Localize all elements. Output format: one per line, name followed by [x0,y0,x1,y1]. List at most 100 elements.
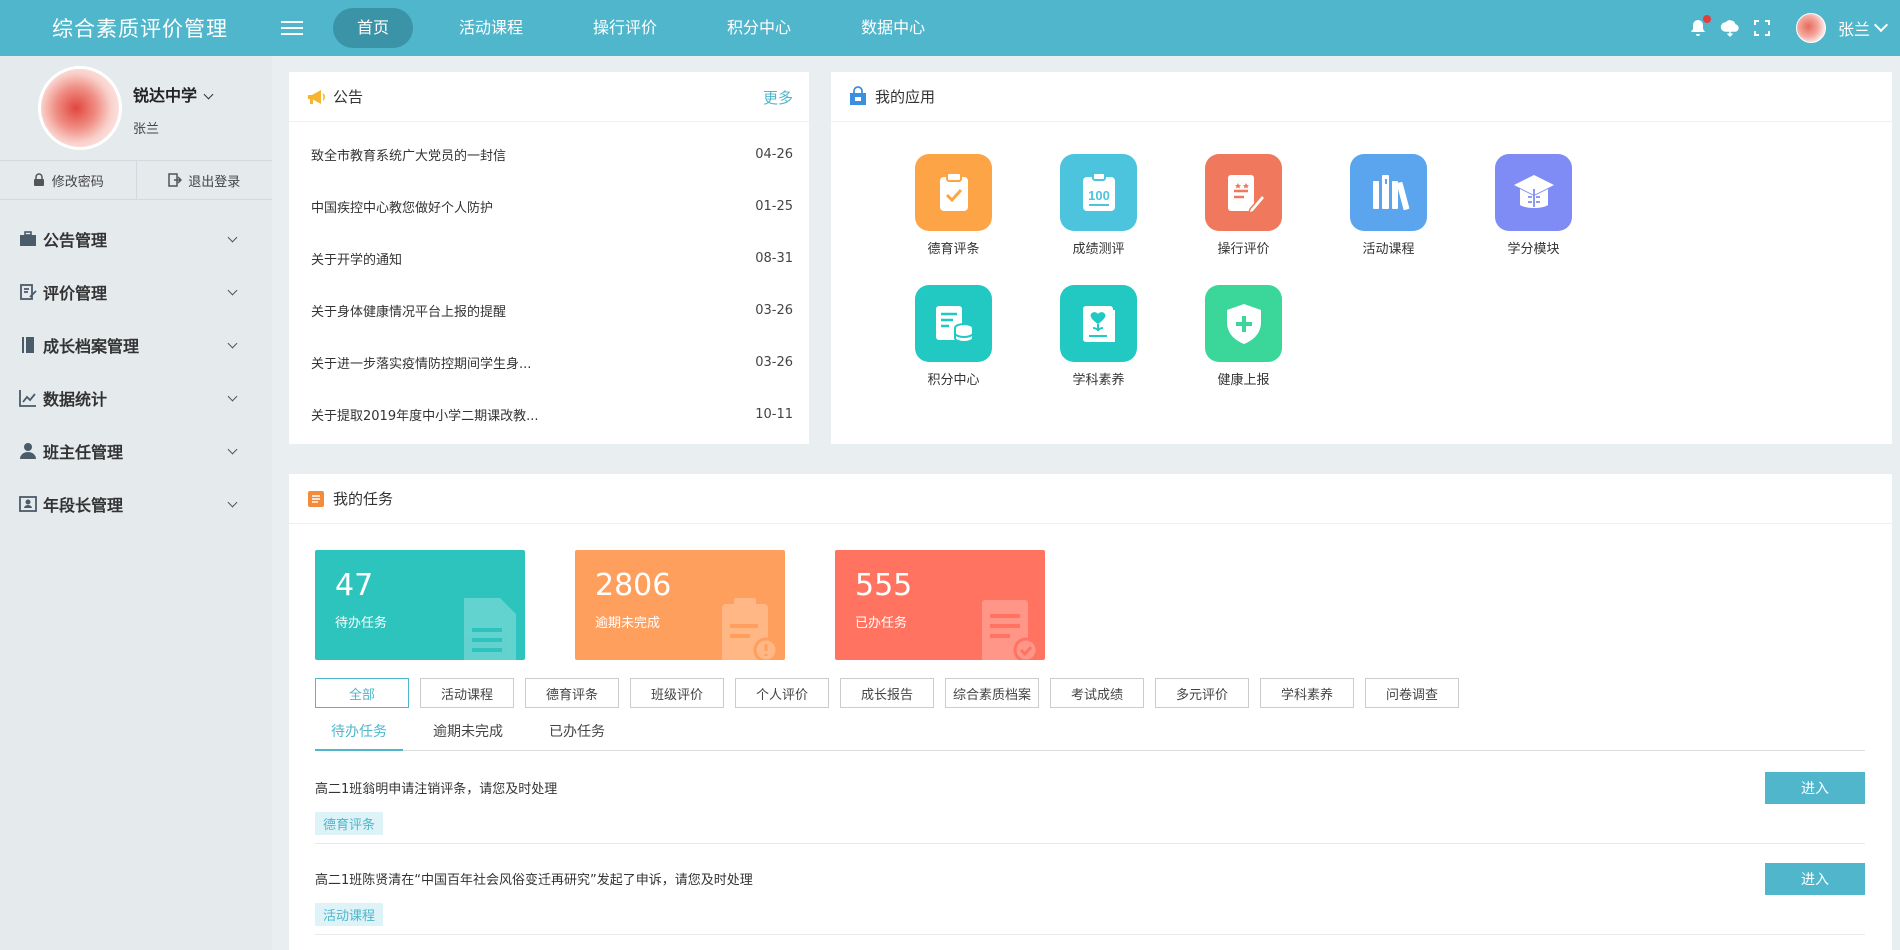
school-name: 锐达中学 [133,86,198,105]
filter-comprehensive-archive[interactable]: 综合素质档案 [945,678,1039,708]
list-item[interactable]: 致全市教育系统广大党员的一封信 04-26 [311,128,793,180]
nav-activity-course[interactable]: 活动课程 [435,8,547,48]
notice-item-date: 01-25 [755,198,793,214]
sidebar-item-label: 评价管理 [43,283,108,303]
filter-activity-course[interactable]: 活动课程 [420,678,514,708]
sidebar-item-label: 公告管理 [43,230,108,250]
notice-item-title: 致全市教育系统广大党员的一封信 [311,148,507,164]
tab-pending[interactable]: 待办任务 [315,717,403,751]
tab-done[interactable]: 已办任务 [533,717,621,751]
cloud-icon[interactable] [1720,18,1740,38]
apps-card: 我的应用 德育评条 100 成绩测评 操行评价 活动课程 学分模块 积分中心 学… [831,72,1892,444]
filter-exam-score[interactable]: 考试成绩 [1050,678,1144,708]
nav-points-center[interactable]: 积分中心 [703,8,815,48]
filter-growth-report[interactable]: 成长报告 [840,678,934,708]
stat-card-overdue[interactable]: 2806 逾期未完成 [575,550,785,660]
app-label: 学科素养 [1072,373,1125,388]
app-health-report[interactable]: 健康上报 [1171,285,1316,416]
stat-label: 逾期未完成 [595,616,661,631]
stat-card-done[interactable]: 555 已办任务 [835,550,1045,660]
list-item[interactable]: 关于提取2019年度中小学二期课改教... 10-11 [311,388,793,440]
logout-button[interactable]: 退出登录 [137,161,273,199]
nav-home[interactable]: 首页 [333,8,414,48]
chevron-down-icon [227,338,238,349]
menu-toggle-icon[interactable] [281,17,303,39]
sidebar-item-growth-archive[interactable]: 成长档案管理 [0,318,272,371]
filter-questionnaire[interactable]: 问卷调查 [1365,678,1459,708]
sidebar-item-head-teacher[interactable]: 班主任管理 [0,424,272,477]
task-tag: 活动课程 [315,903,384,926]
notice-item-date: 08-31 [755,250,793,266]
list-item[interactable]: 关于进一步落实疫情防控期间学生身... 03-26 [311,336,793,388]
stat-number: 555 [855,568,913,603]
app-score-assessment[interactable]: 100 成绩测评 [1026,154,1171,285]
svg-text:100: 100 [1088,188,1110,203]
user-name[interactable]: 张兰 [1838,16,1870,40]
filter-personal-evaluation[interactable]: 个人评价 [735,678,829,708]
filter-class-evaluation[interactable]: 班级评价 [630,678,724,708]
tasks-header: 我的任务 [289,474,1892,524]
book-icon [22,336,34,353]
heart-book-icon [1082,305,1115,342]
notice-header: 公告 更多 [289,72,809,122]
app-icon-bg [915,285,992,362]
task-tag: 德育评条 [315,812,384,835]
app-label: 健康上报 [1217,373,1270,388]
stat-number: 47 [335,568,374,603]
app-label: 德育评条 [927,242,980,257]
stat-card-pending[interactable]: 47 待办任务 [315,550,525,660]
chevron-down-icon [227,444,238,455]
notice-item-title: 关于进一步落实疫情防控期间学生身... [311,356,532,372]
id-card-icon [19,495,37,512]
app-icon-bg [1205,285,1282,362]
chevron-down-icon [227,285,238,296]
app-subject-literacy[interactable]: 学科素养 [1026,285,1171,416]
enter-button[interactable]: 进入 [1765,863,1865,895]
chevron-down-icon [227,391,238,402]
app-points-center[interactable]: 积分中心 [881,285,1026,416]
school-selector[interactable]: 锐达中学 [133,82,214,106]
logout-icon [168,173,183,187]
app-conduct-evaluation[interactable]: 操行评价 [1171,154,1316,285]
list-item[interactable]: 中国疾控中心教您做好个人防护 01-25 [311,180,793,232]
app-label: 积分中心 [927,373,980,388]
sidebar-item-label: 班主任管理 [43,442,124,462]
top-bar: 综合素质评价管理 首页 活动课程 操行评价 积分中心 数据中心 张兰 [0,0,1900,56]
chevron-down-icon[interactable] [1873,17,1889,33]
top-right-tools: 张兰 [1688,10,1889,46]
list-item[interactable]: 关于身体健康情况平台上报的提醒 03-26 [311,284,793,336]
filter-all[interactable]: 全部 [315,678,409,708]
notice-item-title: 关于提取2019年度中小学二期课改教... [311,408,539,424]
list-item[interactable]: 关于开学的通知 08-31 [311,232,793,284]
app-credit-module[interactable]: 学分模块 [1461,154,1606,285]
fullscreen-icon[interactable] [1752,18,1772,38]
enter-button[interactable]: 进入 [1765,772,1865,804]
notice-item-title: 关于开学的通知 [311,252,403,268]
sidebar-item-data-statistics[interactable]: 数据统计 [0,371,272,424]
filter-moral-evaluation[interactable]: 德育评条 [525,678,619,708]
task-text: 高二1班翁明申请注销评条，请您及时处理 [315,782,558,797]
app-activity-course[interactable]: 活动课程 [1316,154,1461,285]
notice-item-date: 03-26 [755,354,793,370]
app-title: 综合素质评价管理 [52,17,228,41]
tasks-card: 我的任务 47 待办任务 2806 逾期未完成 555 已办任务 全部 活动课程… [289,474,1892,950]
filter-subject-literacy[interactable]: 学科素养 [1260,678,1354,708]
notice-more-link[interactable]: 更多 [763,87,793,108]
notice-item-title: 关于身体健康情况平台上报的提醒 [311,304,507,320]
app-icon-bg [915,154,992,231]
tasks-title: 我的任务 [333,490,394,508]
edit-icon [20,283,37,300]
app-moral-evaluation[interactable]: 德育评条 [881,154,1026,285]
sidebar-item-announcement[interactable]: 公告管理 [0,212,272,265]
change-password-button[interactable]: 修改密码 [0,161,137,199]
nav-data-center[interactable]: 数据中心 [837,8,949,48]
user-avatar[interactable] [1796,13,1826,43]
bell-icon[interactable] [1688,15,1711,38]
filter-diverse-evaluation[interactable]: 多元评价 [1155,678,1249,708]
sidebar-item-grade-leader[interactable]: 年段长管理 [0,477,272,530]
tab-overdue[interactable]: 逾期未完成 [417,717,519,751]
task-tabs: 待办任务 逾期未完成 已办任务 [315,717,1865,751]
avatar [38,66,122,150]
sidebar-item-evaluation[interactable]: 评价管理 [0,265,272,318]
nav-conduct-evaluation[interactable]: 操行评价 [569,8,681,48]
